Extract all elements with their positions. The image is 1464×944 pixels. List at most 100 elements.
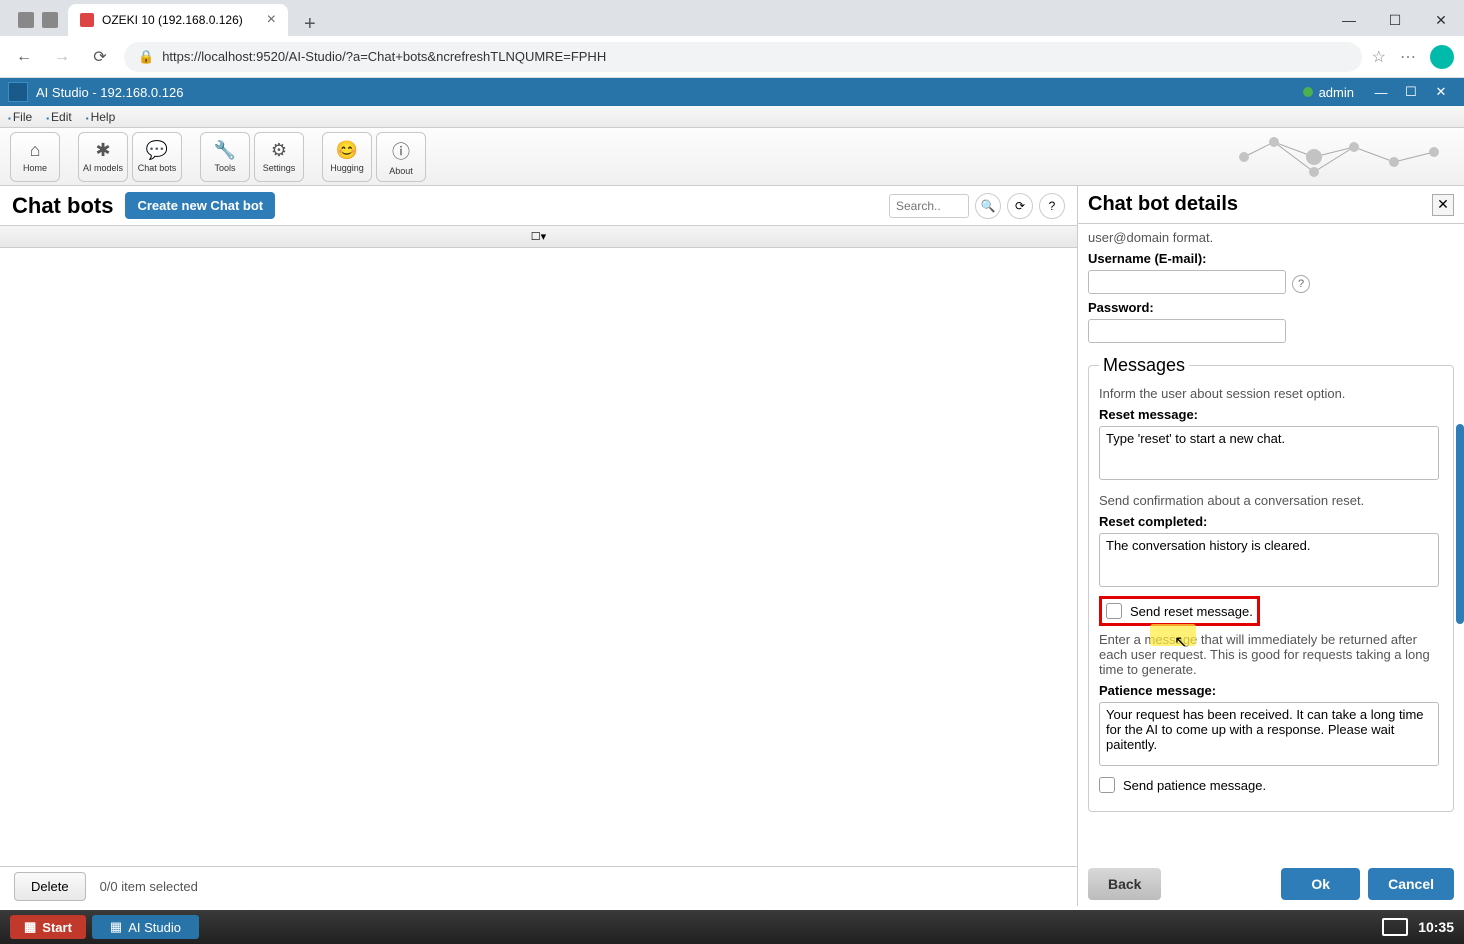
star-icon[interactable]: ☆: [1372, 47, 1386, 67]
user-indicator[interactable]: admin: [1303, 85, 1354, 100]
brain-icon: ✱: [95, 140, 110, 161]
details-header: Chat bot details ✕: [1078, 186, 1464, 224]
details-panel: Chat bot details ✕ user@domain format. U…: [1078, 186, 1464, 906]
maximize-button[interactable]: ☐: [1372, 4, 1418, 36]
menu-file[interactable]: File: [8, 110, 32, 124]
chat-icon: 💬: [146, 140, 168, 161]
app-titlebar: AI Studio - 192.168.0.126 admin — ☐ ✕: [0, 78, 1464, 106]
format-hint: user@domain format.: [1088, 230, 1454, 245]
start-button[interactable]: ▦ Start: [10, 915, 86, 939]
search-icon: 🔍: [981, 199, 996, 213]
field-help-icon[interactable]: ?: [1292, 275, 1310, 293]
close-icon: ✕: [1437, 196, 1449, 213]
chatbot-list: [0, 248, 1077, 866]
profile-icon[interactable]: [1430, 45, 1454, 69]
browser-tab-strip: OZEKI 10 (192.168.0.126) × + — ☐ ✕: [0, 0, 1464, 36]
scrollbar[interactable]: [1456, 424, 1464, 624]
app-task-icon: ▦: [110, 919, 122, 935]
tool-chat-bots[interactable]: 💬Chat bots: [132, 132, 182, 182]
sys-icon: [18, 12, 34, 28]
patience-message-input[interactable]: [1099, 702, 1439, 766]
send-patience-label: Send patience message.: [1123, 778, 1266, 793]
address-bar[interactable]: 🔒 https://localhost:9520/AI-Studio/?a=Ch…: [124, 42, 1362, 72]
taskbar: ▦ Start ▦ AI Studio 10:35: [0, 910, 1464, 944]
toolbar: ⌂Home ✱AI models 💬Chat bots 🔧Tools ⚙Sett…: [0, 128, 1464, 186]
tab-title: OZEKI 10 (192.168.0.126): [102, 13, 243, 27]
new-tab-button[interactable]: +: [288, 13, 332, 36]
sys-icon: [42, 12, 58, 28]
selection-count: 0/0 item selected: [100, 879, 198, 894]
username: admin: [1319, 85, 1354, 100]
confirm-info: Send confirmation about a conversation r…: [1099, 493, 1443, 508]
annotation-highlight-yellow: [1150, 624, 1196, 646]
tool-ai-models[interactable]: ✱AI models: [78, 132, 128, 182]
completed-label: Reset completed:: [1099, 514, 1443, 529]
password-input[interactable]: [1088, 319, 1286, 343]
browser-url-bar: ← → ⟳ 🔒 https://localhost:9520/AI-Studio…: [0, 36, 1464, 78]
reset-completed-input[interactable]: [1099, 533, 1439, 587]
taskbar-app[interactable]: ▦ AI Studio: [92, 915, 199, 939]
gear-icon: ⚙: [271, 140, 287, 161]
details-body: user@domain format. Username (E-mail): ?…: [1078, 224, 1464, 862]
username-label: Username (E-mail):: [1088, 251, 1454, 266]
network-decoration-icon: [1224, 132, 1454, 182]
reset-label: Reset message:: [1099, 407, 1443, 422]
page-title: Chat bots: [12, 193, 113, 219]
reset-message-input[interactable]: [1099, 426, 1439, 480]
app-close-button[interactable]: ✕: [1426, 80, 1456, 104]
tool-about[interactable]: ⓘAbout: [376, 132, 426, 182]
search-button[interactable]: 🔍: [975, 193, 1001, 219]
menu-bar: File Edit Help: [0, 106, 1464, 128]
back-button[interactable]: Back: [1088, 868, 1161, 900]
details-title: Chat bot details: [1088, 193, 1238, 216]
start-icon: ▦: [24, 919, 36, 935]
send-reset-label: Send reset message.: [1130, 604, 1253, 619]
app-minimize-button[interactable]: —: [1366, 80, 1396, 104]
main-area: Chat bots Create new Chat bot 🔍 ⟳ ? ☐▾ D…: [0, 186, 1464, 906]
info-icon: ⓘ: [392, 138, 410, 164]
browser-tab[interactable]: OZEKI 10 (192.168.0.126) ×: [68, 4, 288, 36]
clock: 10:35: [1418, 919, 1454, 935]
left-panel: Chat bots Create new Chat bot 🔍 ⟳ ? ☐▾ D…: [0, 186, 1078, 906]
reset-info: Inform the user about session reset opti…: [1099, 386, 1443, 401]
tab-close-icon[interactable]: ×: [267, 11, 276, 29]
refresh-button[interactable]: ⟳: [1007, 193, 1033, 219]
status-dot-icon: [1303, 87, 1313, 97]
back-icon[interactable]: ←: [10, 43, 38, 71]
menu-icon[interactable]: ⋯: [1400, 47, 1416, 67]
question-icon: ?: [1049, 199, 1056, 213]
cancel-button[interactable]: Cancel: [1368, 868, 1454, 900]
send-patience-checkbox[interactable]: [1099, 777, 1115, 793]
tab-favicon: [80, 13, 94, 27]
patience-label: Patience message:: [1099, 683, 1443, 698]
app-maximize-button[interactable]: ☐: [1396, 80, 1426, 104]
close-panel-button[interactable]: ✕: [1432, 194, 1454, 216]
lock-icon: 🔒: [138, 49, 154, 65]
hugging-icon: 😊: [336, 140, 358, 161]
keyboard-icon[interactable]: [1382, 918, 1408, 936]
forward-icon[interactable]: →: [48, 43, 76, 71]
create-chatbot-button[interactable]: Create new Chat bot: [125, 192, 275, 219]
messages-legend: Messages: [1099, 355, 1189, 376]
list-column-header[interactable]: ☐▾: [0, 226, 1077, 248]
tool-settings[interactable]: ⚙Settings: [254, 132, 304, 182]
menu-edit[interactable]: Edit: [46, 110, 72, 124]
reload-icon[interactable]: ⟳: [86, 43, 114, 71]
cursor-icon: ↖: [1174, 632, 1187, 652]
send-reset-checkbox[interactable]: [1106, 603, 1122, 619]
left-footer: Delete 0/0 item selected: [0, 866, 1077, 906]
tool-hugging[interactable]: 😊Hugging: [322, 132, 372, 182]
search-input[interactable]: [889, 194, 969, 218]
help-button[interactable]: ?: [1039, 193, 1065, 219]
ok-button[interactable]: Ok: [1281, 868, 1360, 900]
delete-button[interactable]: Delete: [14, 872, 86, 901]
close-button[interactable]: ✕: [1418, 4, 1464, 36]
wrench-icon: 🔧: [214, 140, 236, 161]
home-icon: ⌂: [30, 140, 41, 161]
messages-fieldset: Messages Inform the user about session r…: [1088, 355, 1454, 812]
username-input[interactable]: [1088, 270, 1286, 294]
tool-home[interactable]: ⌂Home: [10, 132, 60, 182]
minimize-button[interactable]: —: [1326, 4, 1372, 36]
tool-tools[interactable]: 🔧Tools: [200, 132, 250, 182]
menu-help[interactable]: Help: [86, 110, 116, 124]
